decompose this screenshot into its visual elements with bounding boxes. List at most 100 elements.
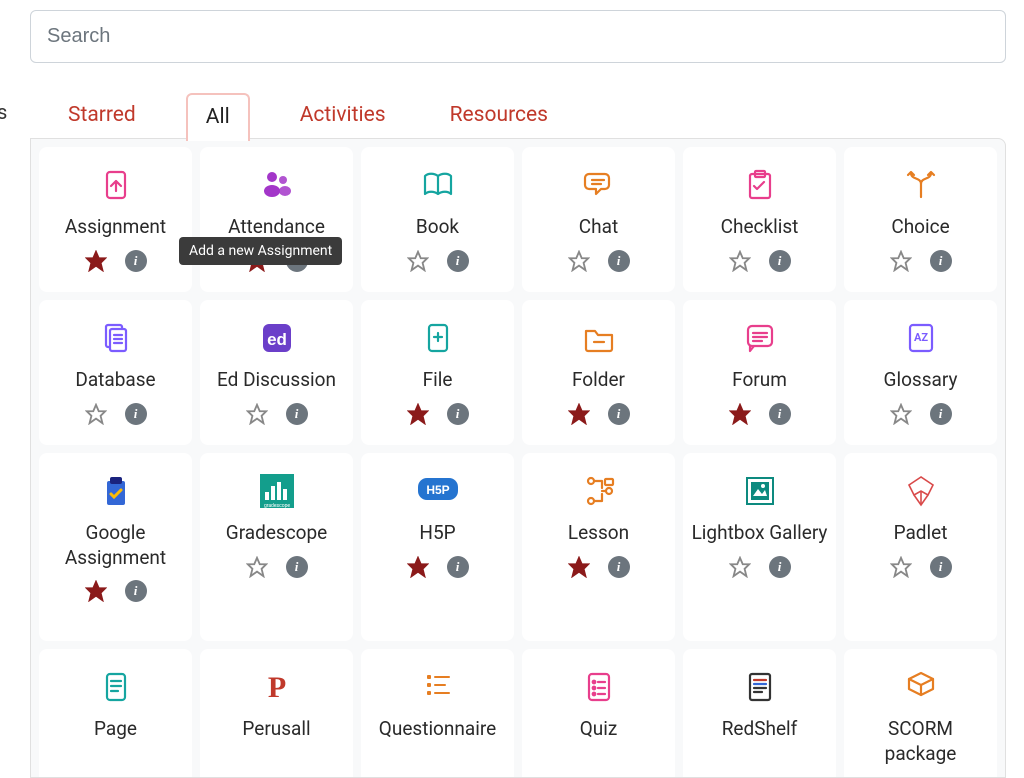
quiz-icon [579, 665, 619, 709]
info-icon[interactable]: i [286, 403, 308, 425]
activity-card[interactable]: Google Assignment i [39, 453, 192, 641]
activity-label: Attendance [222, 215, 331, 240]
card-actions: i [85, 580, 147, 602]
info-icon[interactable]: i [125, 250, 147, 272]
activity-label: Gradescope [220, 521, 333, 546]
activity-label: Quiz [574, 717, 624, 742]
card-actions: i [407, 556, 469, 578]
lesson-icon [579, 469, 619, 513]
activity-card[interactable]: AZ Glossary i [844, 300, 997, 445]
info-icon[interactable]: i [447, 250, 469, 272]
activity-label: RedShelf [716, 717, 804, 742]
card-actions: i [890, 250, 952, 272]
activity-card[interactable]: Padleti [844, 453, 997, 641]
activity-card[interactable]: Chati [522, 147, 675, 292]
info-icon[interactable]: i [930, 556, 952, 578]
info-icon[interactable]: i [447, 403, 469, 425]
star-icon[interactable] [729, 403, 751, 425]
info-icon[interactable]: i [608, 250, 630, 272]
star-icon[interactable] [85, 403, 107, 425]
page-icon [96, 665, 136, 709]
activity-card[interactable]: Choicei [844, 147, 997, 292]
scorm-icon [901, 665, 941, 709]
search-input[interactable] [30, 10, 1006, 63]
cropped-text: s [0, 100, 7, 124]
star-icon[interactable] [246, 403, 268, 425]
card-actions: i [568, 556, 630, 578]
activity-card[interactable]: Book i [361, 147, 514, 292]
tabs: Starred All Activities Resources [30, 91, 1006, 139]
activity-label: SCORM package [844, 717, 997, 766]
card-actions: i [85, 403, 147, 425]
star-icon[interactable] [407, 250, 429, 272]
activity-card[interactable]: Databasei [39, 300, 192, 445]
activity-label: File [417, 368, 459, 393]
activity-label: Google Assignment [39, 521, 192, 570]
activity-card[interactable]: File i [361, 300, 514, 445]
star-icon[interactable] [568, 556, 590, 578]
activity-card[interactable]: Quiz [522, 649, 675, 778]
activity-card[interactable]: H5PH5Pi [361, 453, 514, 641]
perusall-icon: P [257, 665, 297, 709]
activity-card[interactable]: Lesson i [522, 453, 675, 641]
activity-card[interactable]: gradescopeGradescopei [200, 453, 353, 641]
activity-label: Perusall [236, 717, 316, 742]
activity-card[interactable]: Checklisti [683, 147, 836, 292]
info-icon[interactable]: i [769, 403, 791, 425]
info-icon[interactable]: i [769, 556, 791, 578]
star-icon[interactable] [890, 403, 912, 425]
star-icon[interactable] [85, 580, 107, 602]
info-icon[interactable]: i [930, 403, 952, 425]
star-icon[interactable] [85, 250, 107, 272]
info-icon[interactable]: i [447, 556, 469, 578]
activity-card[interactable]: Folderi [522, 300, 675, 445]
info-icon[interactable]: i [930, 250, 952, 272]
star-icon[interactable] [407, 556, 429, 578]
activity-card[interactable]: Page [39, 649, 192, 778]
activity-label: H5P [413, 521, 461, 546]
activity-label: Book [410, 215, 465, 240]
card-actions: i [890, 403, 952, 425]
attendance-icon [257, 163, 297, 207]
star-icon[interactable] [568, 250, 590, 272]
star-icon[interactable] [729, 250, 751, 272]
activity-card[interactable]: SCORM package [844, 649, 997, 778]
database-icon [96, 316, 136, 360]
info-icon[interactable]: i [769, 250, 791, 272]
activity-card[interactable]: edEd Discussioni [200, 300, 353, 445]
activity-label: Lesson [562, 521, 635, 546]
card-actions: i [407, 250, 469, 272]
info-icon[interactable]: i [286, 556, 308, 578]
activity-card[interactable]: Forumi [683, 300, 836, 445]
tab-activities[interactable]: Activities [286, 93, 400, 137]
star-icon[interactable] [890, 250, 912, 272]
activity-card[interactable]: RedShelf [683, 649, 836, 778]
star-icon[interactable] [729, 556, 751, 578]
activity-grid-wrap: AssignmentiAdd a new AssignmentAttendanc… [30, 138, 1006, 778]
star-icon[interactable] [246, 556, 268, 578]
activity-card[interactable]: P Perusall [200, 649, 353, 778]
info-icon[interactable]: i [125, 403, 147, 425]
star-icon[interactable] [407, 403, 429, 425]
activity-card[interactable]: AssignmentiAdd a new Assignment [39, 147, 192, 292]
padlet-icon [901, 469, 941, 513]
tab-all[interactable]: All [186, 93, 250, 141]
ed-icon: ed [257, 316, 297, 360]
info-icon[interactable]: i [608, 556, 630, 578]
tab-starred[interactable]: Starred [54, 93, 150, 137]
info-icon[interactable]: i [608, 403, 630, 425]
tab-resources[interactable]: Resources [436, 93, 562, 137]
activity-card[interactable]: Attendancei [200, 147, 353, 292]
activity-card[interactable]: Lightbox Galleryi [683, 453, 836, 641]
activity-card[interactable]: Questionnaire [361, 649, 514, 778]
card-actions: i [246, 403, 308, 425]
card-actions: i [729, 250, 791, 272]
svg-text:AZ: AZ [913, 331, 927, 344]
activity-label: Glossary [878, 368, 964, 393]
info-icon[interactable]: i [125, 580, 147, 602]
star-icon[interactable] [568, 403, 590, 425]
redshelf-icon [740, 665, 780, 709]
card-actions: i [568, 250, 630, 272]
activity-grid: AssignmentiAdd a new AssignmentAttendanc… [39, 147, 997, 778]
star-icon[interactable] [890, 556, 912, 578]
